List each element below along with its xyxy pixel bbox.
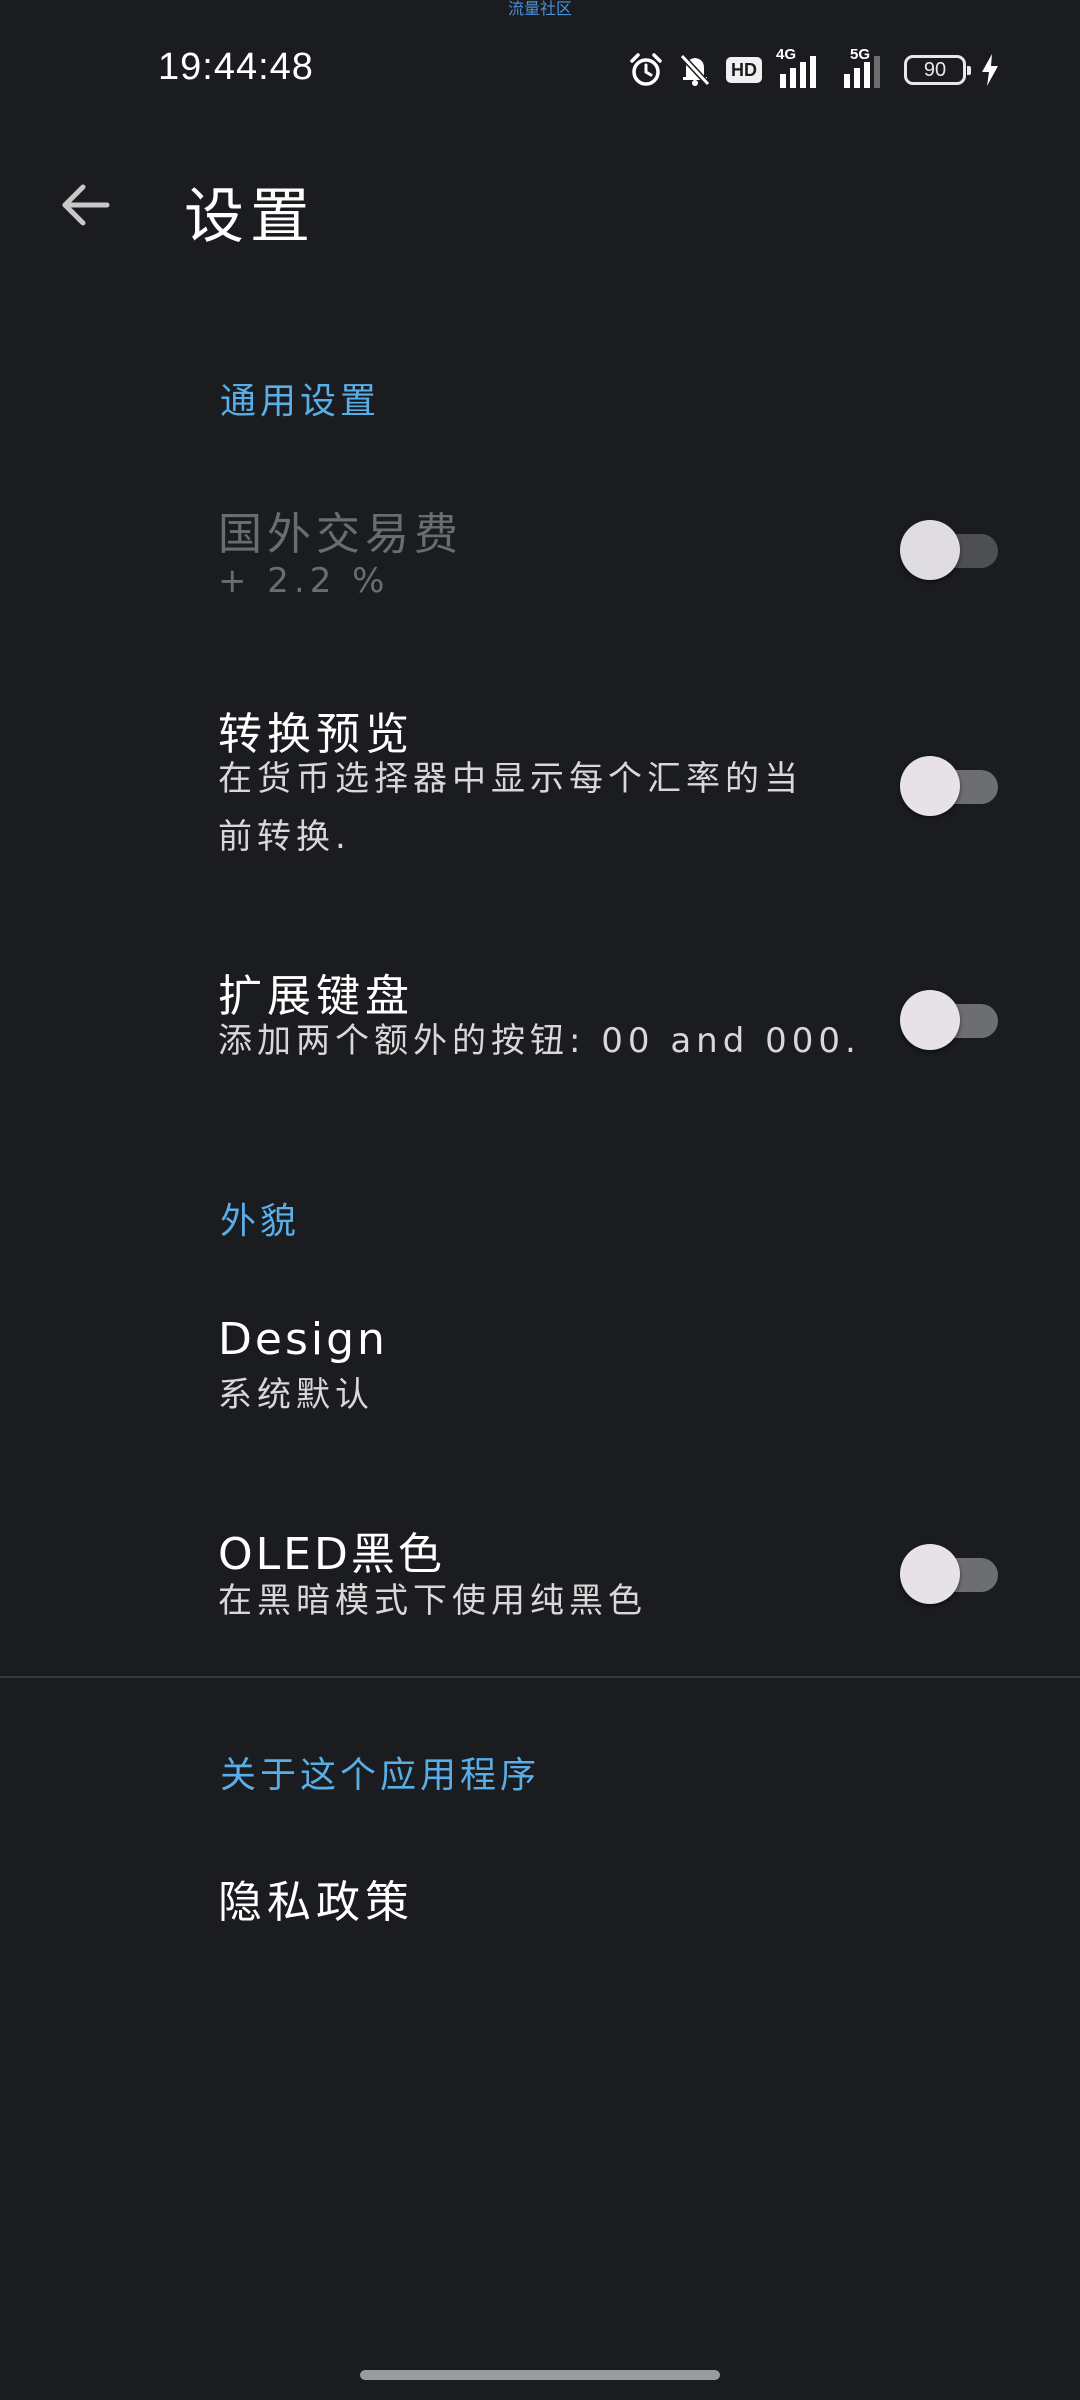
setting-design-value: 系统默认	[218, 1375, 374, 1415]
signal-4g-icon: 4G	[776, 46, 826, 90]
signal-5g-icon: 5G	[840, 46, 890, 90]
status-bar: 19:44:48 HD 4G 5G 90	[0, 40, 1080, 100]
setting-foreign-fee: 国外交易费 + 2.2 %	[0, 480, 1080, 630]
mute-notification-icon	[678, 52, 712, 88]
toggle-thumb	[900, 1544, 960, 1604]
setting-privacy-policy[interactable]: 隐私政策	[0, 1840, 1080, 1950]
conversion-preview-toggle[interactable]	[900, 756, 1000, 816]
status-time: 19:44:48	[158, 46, 314, 88]
battery-icon: 90	[904, 55, 971, 85]
status-icons: HD 4G 5G 90	[628, 46, 1000, 92]
toggle-thumb	[900, 756, 960, 816]
back-button[interactable]	[44, 170, 124, 240]
setting-oled-black-desc: 在黑暗模式下使用纯黑色	[218, 1581, 647, 1621]
setting-design-title: Design	[218, 1314, 388, 1365]
charging-icon	[980, 52, 1000, 88]
section-divider	[0, 1676, 1080, 1678]
hd-voice-badge: HD	[726, 57, 762, 83]
setting-conversion-preview-desc: 在货币选择器中显示每个汇率的当前转换.	[218, 759, 803, 857]
setting-foreign-fee-value: + 2.2 %	[218, 561, 390, 601]
arrow-left-icon	[62, 184, 110, 226]
battery-level: 90	[923, 58, 947, 81]
section-header-general: 通用设置	[220, 381, 381, 422]
setting-oled-black[interactable]: OLED黑色 在黑暗模式下使用纯黑色	[0, 1500, 1080, 1640]
page-title: 设置	[184, 182, 316, 252]
toggle-thumb	[900, 990, 960, 1050]
section-header-about: 关于这个应用程序	[220, 1755, 541, 1796]
toggle-thumb	[900, 520, 960, 580]
setting-design[interactable]: Design 系统默认	[0, 1300, 1080, 1440]
extended-keyboard-toggle[interactable]	[900, 990, 1000, 1050]
setting-privacy-policy-title: 隐私政策	[218, 1877, 414, 1928]
home-indicator[interactable]	[360, 2370, 720, 2380]
app-bar: 设置	[0, 150, 1080, 260]
oled-black-toggle[interactable]	[900, 1544, 1000, 1604]
carrier-label: 流量社区	[507, 0, 572, 18]
alarm-icon	[628, 52, 664, 88]
setting-conversion-preview[interactable]: 转换预览 在货币选择器中显示每个汇率的当前转换.	[0, 690, 1080, 890]
foreign-fee-toggle	[900, 520, 1000, 580]
setting-extended-keyboard[interactable]: 扩展键盘 添加两个额外的按钮: 00 and 000.	[0, 950, 1080, 1090]
setting-extended-keyboard-desc: 添加两个额外的按钮: 00 and 000.	[218, 1021, 861, 1061]
section-header-appearance: 外貌	[220, 1201, 301, 1242]
